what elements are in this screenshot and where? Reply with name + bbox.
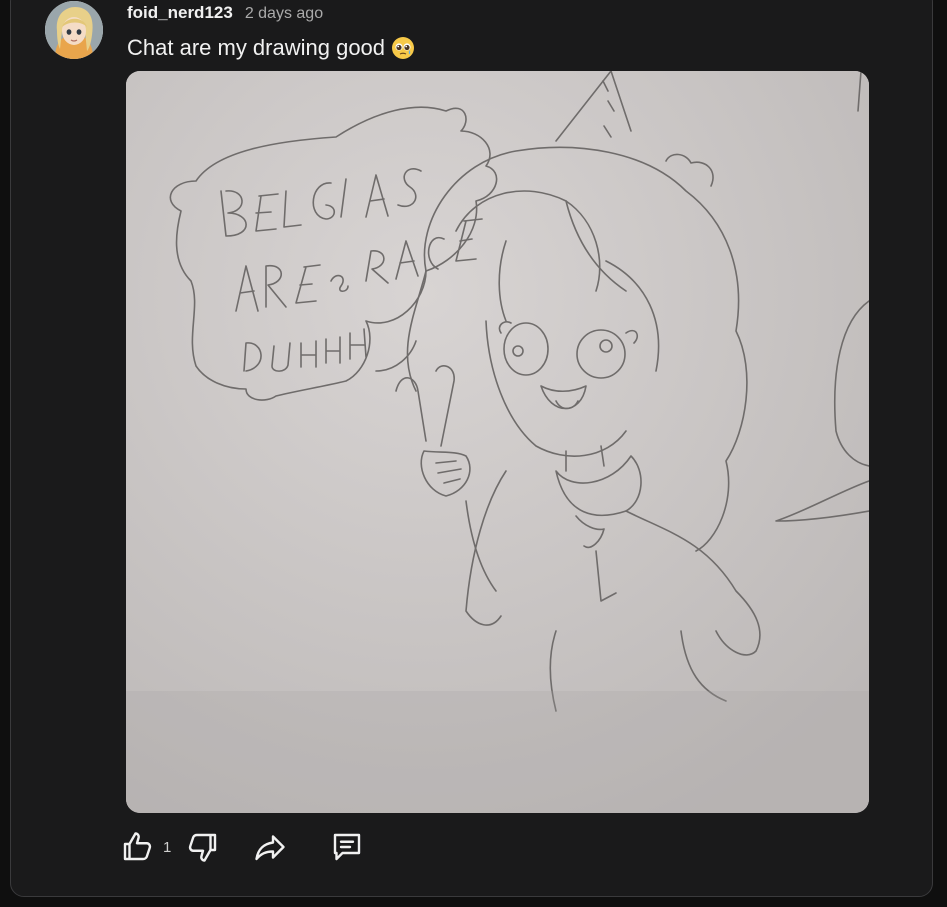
pencil-sketch — [126, 71, 869, 813]
share-arrow-icon — [255, 835, 286, 861]
comment-text: Chat are my drawing good — [127, 35, 386, 60]
like-count: 1 — [163, 838, 172, 856]
share-button[interactable] — [251, 827, 289, 867]
timestamp[interactable]: 2 days ago — [245, 5, 323, 23]
comment-header: foid_nerd123 2 days ago — [127, 3, 323, 25]
comment-card: foid_nerd123 2 days ago Chat are my draw… — [10, 0, 933, 897]
like-button[interactable]: 1 — [119, 827, 185, 867]
avatar-image — [45, 1, 103, 59]
avatar[interactable] — [45, 1, 103, 59]
thumbs-down-icon — [189, 833, 217, 862]
dislike-button[interactable] — [185, 827, 221, 867]
pleading-face-emoji-icon — [392, 37, 415, 59]
attached-drawing-image[interactable] — [126, 71, 869, 813]
reply-comment-icon — [334, 833, 361, 861]
thumbs-up-icon — [123, 832, 152, 861]
comment-actions: 1 — [119, 827, 365, 867]
reply-button[interactable] — [329, 827, 365, 867]
username[interactable]: foid_nerd123 — [127, 3, 233, 23]
comment-body: Chat are my drawing good — [127, 33, 415, 63]
